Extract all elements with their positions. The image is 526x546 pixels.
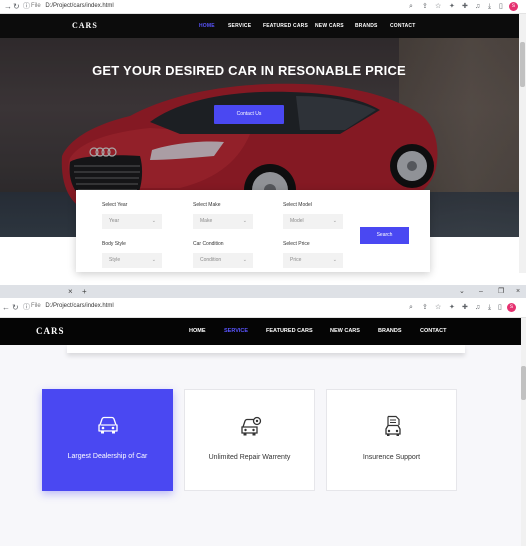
service-label: Insurence Support — [362, 454, 421, 461]
restore-icon[interactable]: ❐ — [498, 287, 504, 296]
nav-featured-cars[interactable]: FEATURED CARS — [263, 23, 308, 29]
year-label: Select Year — [102, 202, 128, 208]
close-window-icon[interactable]: × — [516, 287, 520, 296]
price-select[interactable]: Price ⌄ — [283, 253, 343, 268]
nav-brands[interactable]: BRANDS — [378, 328, 402, 334]
address-bar[interactable]: File D:/Project/cars/index.html — [31, 1, 114, 12]
sidebar-icon[interactable]: ▯ — [498, 303, 502, 313]
car-repair-icon — [241, 416, 262, 436]
download-icon[interactable]: ⤓ — [488, 303, 491, 313]
back-icon[interactable]: ← — [2, 303, 10, 313]
download-icon[interactable]: ⤓ — [488, 2, 491, 12]
price-select-value: Price — [290, 257, 302, 263]
year-select[interactable]: Year ⌄ — [102, 214, 162, 229]
search-panel-edge — [67, 345, 465, 353]
scrollbar-thumb[interactable] — [520, 42, 525, 87]
close-tab-icon[interactable]: × — [68, 287, 73, 296]
scrollbar-thumb[interactable] — [521, 366, 526, 400]
share-icon[interactable]: ⇪ — [422, 2, 428, 12]
make-label: Select Make — [193, 202, 221, 208]
extension-icon[interactable]: ✦ — [449, 303, 455, 313]
service-card-insurance[interactable]: Insurence Support — [326, 389, 457, 491]
page-scrollbar-2[interactable] — [521, 318, 526, 546]
new-tab-icon[interactable]: + — [82, 287, 87, 296]
forward-icon[interactable]: → — [4, 2, 12, 12]
reload-icon[interactable]: ↻ — [13, 2, 20, 12]
car-icon — [98, 416, 118, 434]
site-logo[interactable]: CARS — [36, 326, 65, 336]
chevron-down-icon[interactable]: ⌄ — [459, 287, 465, 296]
body-style-label: Body Style — [102, 241, 126, 247]
condition-select-value: Condition — [200, 257, 222, 263]
chevron-down-icon: ⌄ — [242, 257, 247, 263]
browser-toolbar: → ↻ ⓘ File D:/Project/cars/index.html ⌕ … — [0, 0, 526, 14]
reload-icon[interactable]: ↻ — [12, 303, 19, 313]
puzzle-icon[interactable]: ✚ — [462, 2, 468, 12]
nav-home[interactable]: HOME — [189, 328, 206, 334]
puzzle-icon[interactable]: ✚ — [462, 303, 468, 313]
info-icon[interactable]: ⓘ — [23, 2, 30, 12]
body-style-select[interactable]: Style ⌄ — [102, 253, 162, 268]
car-insurance-icon — [385, 415, 401, 436]
star-icon[interactable]: ☆ — [435, 2, 441, 12]
share-icon[interactable]: ⇪ — [422, 303, 428, 313]
zoom-icon[interactable]: ⌕ — [409, 303, 413, 313]
search-button[interactable]: Search — [360, 227, 409, 244]
media-icon[interactable]: ♫ — [475, 303, 480, 313]
chevron-down-icon: ⌄ — [151, 257, 156, 263]
model-select-value: Model — [290, 218, 304, 224]
top-navbar: CARS HOME SERVICE FEATURED CARS NEW CARS… — [0, 14, 526, 38]
year-select-value: Year — [109, 218, 120, 224]
body-style-select-value: Style — [109, 257, 121, 263]
nav-contact[interactable]: CONTACT — [420, 328, 446, 334]
make-select-value: Make — [200, 218, 213, 224]
nav-home[interactable]: HOME — [199, 23, 215, 29]
service-card-dealership[interactable]: Largest Dealership of Car — [42, 389, 173, 491]
media-icon[interactable]: ♫ — [475, 2, 480, 12]
browser-tabstrip: × + ⌄ – ❐ × — [0, 285, 526, 298]
service-label: Largest Dealership of Car — [67, 453, 148, 460]
chevron-down-icon: ⌄ — [242, 218, 247, 224]
site-logo[interactable]: CARS — [72, 21, 98, 30]
model-label: Select Model — [283, 202, 312, 208]
top-navbar-2: CARS HOME SERVICE FEATURED CARS NEW CARS… — [0, 318, 521, 345]
url-text: D:/Project/cars/index.html — [45, 3, 114, 9]
profile-avatar[interactable]: s — [509, 2, 518, 11]
sidebar-icon[interactable]: ▯ — [499, 2, 503, 12]
condition-label: Car Condition — [193, 241, 224, 247]
page-scrollbar[interactable] — [519, 14, 526, 273]
nav-featured-cars[interactable]: FEATURED CARS — [266, 328, 313, 334]
nav-contact[interactable]: CONTACT — [390, 23, 415, 29]
star-icon[interactable]: ☆ — [435, 303, 441, 313]
url-text: D:/Project/cars/index.html — [45, 303, 114, 309]
nav-service[interactable]: SERVICE — [224, 328, 248, 334]
model-select[interactable]: Model ⌄ — [283, 214, 343, 229]
price-label: Select Price — [283, 241, 310, 247]
address-bar[interactable]: File D:/Project/cars/index.html — [31, 303, 114, 309]
file-label: File — [31, 303, 41, 309]
browser-toolbar-2: ← ↻ ⓘ File D:/Project/cars/index.html ⌕ … — [0, 298, 526, 318]
chevron-down-icon: ⌄ — [151, 218, 156, 224]
hero-title: GET YOUR DESIRED CAR IN RESONABLE PRICE — [92, 63, 406, 78]
nav-new-cars[interactable]: NEW CARS — [315, 23, 344, 29]
extension-icon[interactable]: ✦ — [449, 2, 455, 12]
condition-select[interactable]: Condition ⌄ — [193, 253, 253, 268]
zoom-icon[interactable]: ⌕ — [409, 2, 413, 12]
chevron-down-icon: ⌄ — [332, 218, 337, 224]
info-icon[interactable]: ⓘ — [23, 303, 30, 313]
service-label: Unlimited Repair Warrenty — [208, 454, 291, 461]
chevron-down-icon: ⌄ — [332, 257, 337, 263]
nav-service[interactable]: SERVICE — [228, 23, 251, 29]
car-search-panel: Select Year Year ⌄ Select Make Make ⌄ Se… — [76, 190, 430, 272]
make-select[interactable]: Make ⌄ — [193, 214, 253, 229]
service-card-repair[interactable]: Unlimited Repair Warrenty — [184, 389, 315, 491]
minimize-icon[interactable]: – — [479, 287, 483, 296]
profile-avatar[interactable]: s — [507, 303, 516, 312]
contact-us-button[interactable]: Contact Us — [214, 105, 284, 124]
file-label: File — [31, 3, 41, 9]
nav-brands[interactable]: BRANDS — [355, 23, 378, 29]
nav-new-cars[interactable]: NEW CARS — [330, 328, 360, 334]
